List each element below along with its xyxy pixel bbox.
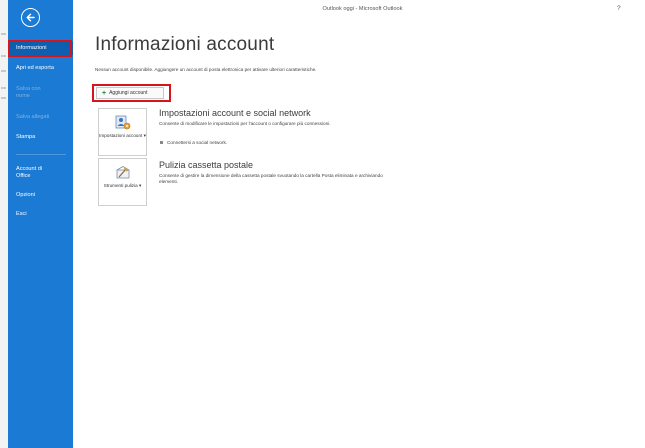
connect-social-network-label: Connettersi a social network. xyxy=(167,140,228,145)
account-settings-tile-label: Impostazioni account ▾ xyxy=(99,133,146,138)
sidebar-item-label: Esci xyxy=(16,211,27,217)
chevron-down-icon: ▾ xyxy=(138,183,142,188)
cleanup-tools-tile[interactable]: Strumenti pulizia ▾ xyxy=(98,158,147,206)
backstage-sidebar: Informazioni Apri ed esporta Salva con n… xyxy=(8,0,73,448)
edge-tick xyxy=(1,97,6,99)
connect-social-network-link[interactable]: Connettersi a social network. xyxy=(160,140,227,145)
help-button[interactable]: ? xyxy=(617,5,621,12)
sidebar-item-label: Salva allegati xyxy=(16,114,50,120)
back-arrow-icon xyxy=(26,13,35,22)
mailbox-cleanup-description: Consente di gestire la dimensione della … xyxy=(159,173,383,184)
mailbox-cleanup-title: Pulizia cassetta postale xyxy=(159,160,254,170)
plus-icon: + xyxy=(102,89,107,97)
cleanup-tools-icon xyxy=(116,166,129,179)
sidebar-item-salva-allegati: Salva allegati xyxy=(8,114,73,121)
edge-tick xyxy=(1,33,6,35)
cleanup-tools-tile-label: Strumenti pulizia ▾ xyxy=(103,183,142,188)
sidebar-item-label: Salva con nome xyxy=(16,86,41,99)
account-settings-description: Consente di modificare le impostazioni p… xyxy=(159,121,331,126)
sidebar-divider xyxy=(16,154,66,155)
sidebar-item-informazioni[interactable]: Informazioni xyxy=(8,42,73,55)
edge-tick xyxy=(1,70,6,72)
window-title: Outlook oggi - Microsoft Outlook xyxy=(322,6,403,12)
sidebar-item-label: Informazioni xyxy=(16,45,47,51)
account-settings-icon xyxy=(115,115,130,130)
sidebar-item-account-di-office[interactable]: Account di Office xyxy=(8,166,48,180)
sidebar-item-label: Opzioni xyxy=(16,192,35,198)
sidebar-item-label: Account di Office xyxy=(16,166,43,179)
add-account-label: Aggiungi account xyxy=(109,90,148,96)
add-account-button[interactable]: + Aggiungi account xyxy=(96,87,164,99)
account-settings-tile[interactable]: Impostazioni account ▾ xyxy=(98,108,147,156)
page-title: Informazioni account xyxy=(95,34,275,55)
intro-text: Nessun account disponibile. Aggiungere u… xyxy=(95,67,317,72)
sidebar-item-label: Apri ed esporta xyxy=(16,65,54,71)
sidebar-item-apri-ed-esporta[interactable]: Apri ed esporta xyxy=(8,65,73,72)
sidebar-item-label: Stampa xyxy=(16,134,36,140)
sidebar-item-stampa[interactable]: Stampa xyxy=(8,134,73,141)
bullet-icon xyxy=(160,141,163,144)
sidebar-item-esci[interactable]: Esci xyxy=(8,211,73,218)
account-settings-title: Impostazioni account e social network xyxy=(159,108,311,118)
sidebar-item-salva-con-nome: Salva con nome xyxy=(8,86,48,100)
sidebar-item-opzioni[interactable]: Opzioni xyxy=(8,192,73,199)
chevron-down-icon: ▾ xyxy=(143,133,146,138)
edge-tick xyxy=(1,87,6,89)
edge-tick xyxy=(1,55,6,57)
